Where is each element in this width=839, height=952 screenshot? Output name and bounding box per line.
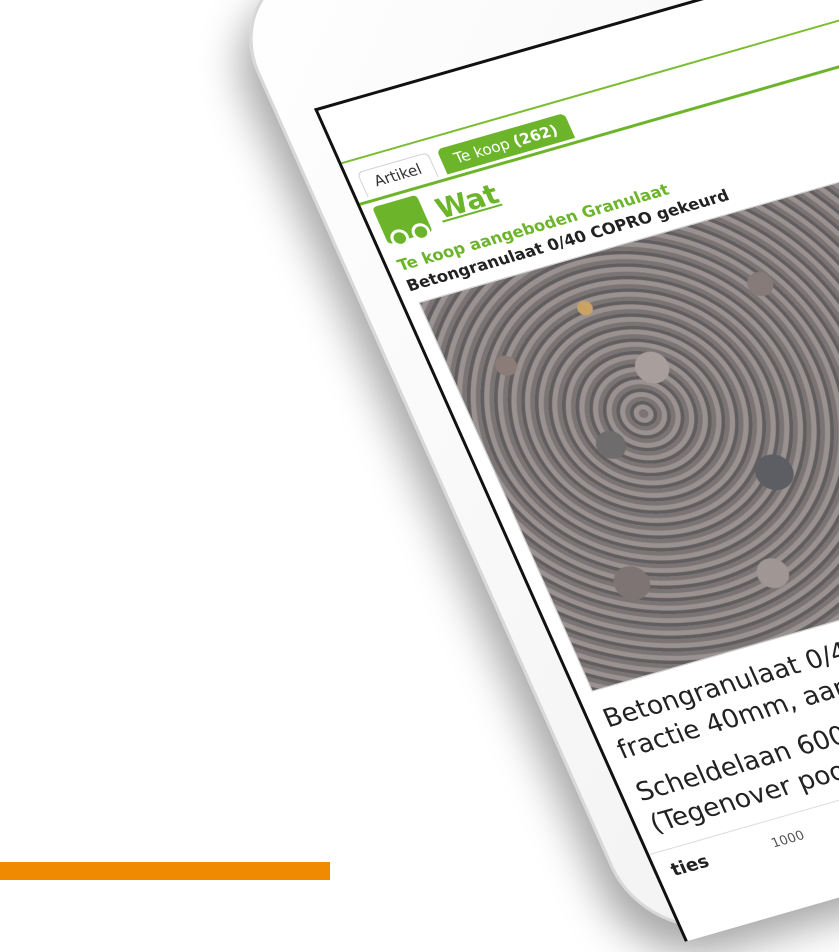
wheel-icon [408,221,434,243]
properties-label: ties [667,850,713,881]
orange-accent-bar [0,862,330,880]
wheel-icon [387,227,413,249]
section-title[interactable]: Wat [430,177,503,225]
tab-te-koop-count: (262) [510,121,561,151]
truck-icon [372,194,434,249]
quantity-value: 1000 [769,828,808,852]
tab-artikel[interactable]: Artikel [356,152,439,198]
tab-te-koop[interactable]: Te koop (262) [436,113,575,175]
phone-mockup: Artikel Te koop (262) Wat Te koop aangeb… [220,0,839,950]
phone-screen: Artikel Te koop (262) Wat Te koop aangeb… [314,0,839,942]
